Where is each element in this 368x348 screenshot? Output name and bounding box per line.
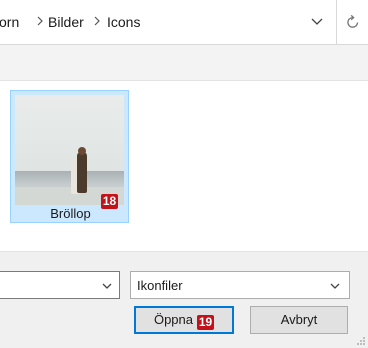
file-list[interactable]: Bröllop 18	[0, 81, 368, 252]
file-thumbnail	[15, 95, 124, 205]
thumbnail-figure-head	[78, 147, 86, 155]
resize-grip-icon[interactable]	[356, 336, 366, 346]
cancel-button-label: Avbryt	[280, 312, 318, 327]
file-item-brollop[interactable]: Bröllop 18	[10, 90, 129, 223]
thumbnail-sky	[15, 95, 124, 173]
cancel-button[interactable]: Avbryt	[250, 306, 348, 334]
open-button-badge: 19	[197, 315, 215, 330]
thumbnail-figure	[77, 152, 87, 193]
chevron-down-icon	[330, 283, 340, 289]
chevron-right-icon	[37, 16, 43, 26]
file-badge: 18	[101, 194, 118, 209]
breadcrumb-item-parent[interactable]: orn	[0, 14, 19, 30]
refresh-icon	[347, 14, 359, 28]
file-type-select[interactable]: Ikonfiler	[130, 271, 350, 299]
file-type-value: Ikonfiler	[137, 278, 183, 293]
open-file-dialog: orn Bilder Icons Bröllop 18 Ikonfiler Öp…	[0, 0, 368, 348]
chevron-down-icon[interactable]	[310, 14, 324, 28]
chevron-right-icon	[94, 16, 100, 26]
file-name-input[interactable]	[0, 271, 120, 299]
breadcrumb-item-bilder[interactable]: Bilder	[48, 14, 84, 30]
address-bar[interactable]: orn Bilder Icons	[0, 0, 336, 45]
chevron-down-icon[interactable]	[101, 280, 113, 292]
open-button-label: Öppna	[153, 312, 194, 327]
breadcrumb-item-icons[interactable]: Icons	[107, 14, 140, 30]
open-button[interactable]: Öppna 19	[134, 306, 234, 334]
toolbar	[0, 45, 368, 81]
refresh-button[interactable]	[336, 0, 368, 45]
